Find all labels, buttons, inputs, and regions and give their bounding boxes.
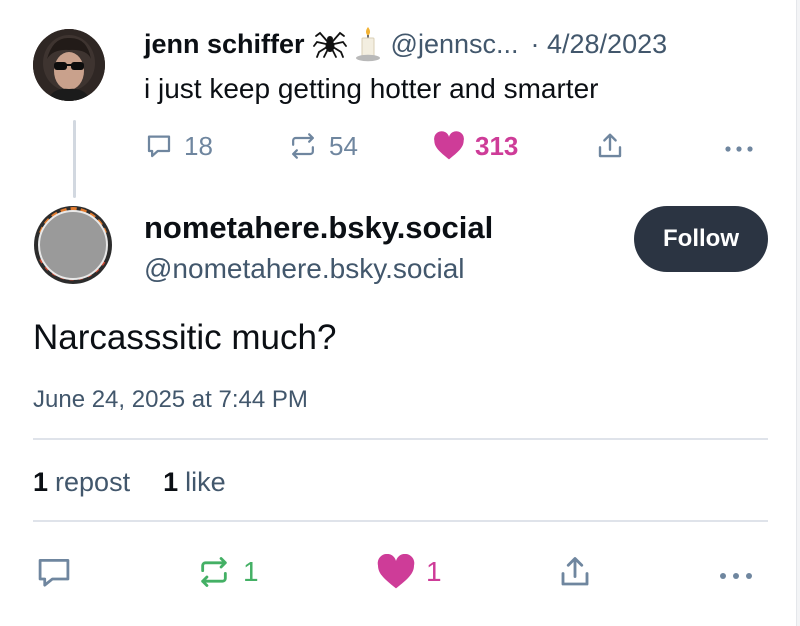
divider [33,520,768,522]
parent-post-header: jenn schiffer @jennsc... · 4/28/2023 [144,26,667,62]
reply-author-avatar[interactable] [33,205,113,285]
parent-post-actions: 18 54 313 [0,126,796,166]
parent-author-handle[interactable]: @jennsc... [391,29,519,60]
repost-stat-label: repost [55,466,131,497]
parent-repost-button[interactable]: 54 [287,126,358,166]
reply-button[interactable] [35,550,73,594]
candle-emoji-icon [355,26,381,62]
reply-author-name[interactable]: nometahere.bsky.social [144,210,493,246]
more-options-icon [725,146,753,152]
parent-post-text: i just keep getting hotter and smarter [144,73,599,104]
post-thread-view: jenn schiffer @jennsc... · 4/28/2023 i j… [0,0,796,626]
share-icon [561,557,589,586]
repost-count: 1 [243,556,259,587]
like-count: 1 [426,556,442,587]
reply-author-handle[interactable]: @nometahere.bsky.social [144,253,465,285]
more-options-icon [720,573,752,579]
avatar-image [34,206,112,284]
reply-post-text: Narcasssitic much? [33,318,337,357]
spider-emoji-icon [312,27,347,61]
more-options-button[interactable] [716,550,756,594]
share-button[interactable] [557,550,593,594]
parent-share-button[interactable] [595,126,625,166]
like-button[interactable]: 1 [376,550,442,594]
engagement-stats: 1 repost 1 like [33,464,226,500]
like-heart-icon [434,131,464,160]
parent-like-button[interactable]: 313 [433,126,518,166]
parent-author-avatar[interactable] [33,29,105,101]
repost-icon [201,557,227,587]
parent-post-date[interactable]: · 4/28/2023 [531,29,668,60]
like-stat-link[interactable]: 1 like [163,467,226,498]
repost-stat-link[interactable]: 1 repost [33,467,130,498]
reply-post-timestamp: June 24, 2025 at 7:44 PM [33,386,308,413]
scrollbar-gutter [796,0,800,626]
parent-author-name[interactable]: jenn schiffer [144,29,305,60]
repost-icon [292,133,314,159]
repost-stat-count: 1 [33,466,49,497]
repost-button[interactable]: 1 [195,550,259,594]
follow-button[interactable]: Follow [634,206,768,272]
parent-repost-count: 54 [329,130,358,161]
like-stat-count: 1 [163,466,179,497]
like-stat-label: like [185,466,226,497]
parent-like-count: 313 [475,130,519,161]
reply-post-actions: 1 1 [0,550,796,594]
share-icon [598,133,622,158]
divider [33,438,768,440]
avatar-image [33,29,105,101]
parent-reply-button[interactable]: 18 [144,126,213,166]
like-heart-icon [377,554,415,589]
reply-icon [38,559,70,587]
reply-icon [147,135,171,158]
parent-more-options-button[interactable] [722,126,756,166]
parent-reply-count: 18 [184,130,213,161]
